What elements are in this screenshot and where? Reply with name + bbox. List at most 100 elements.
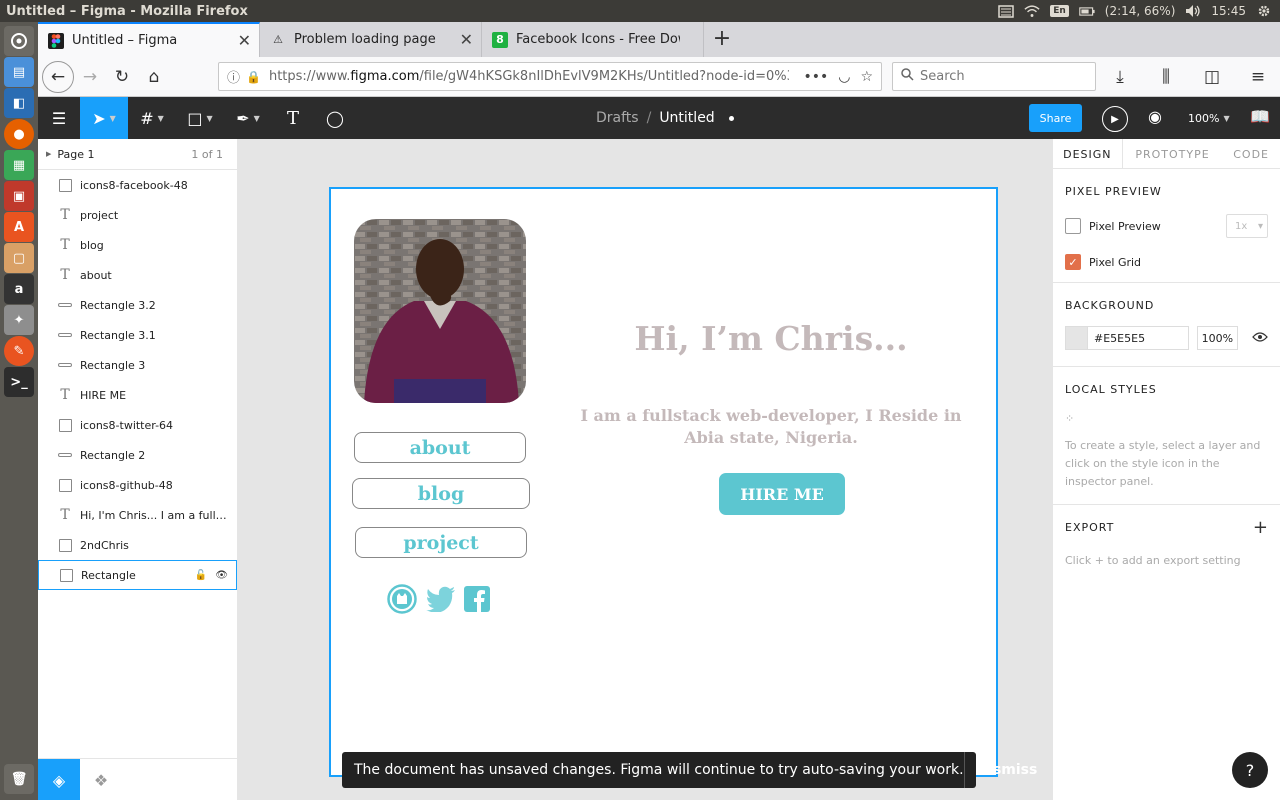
layer-row[interactable]: Tabout	[38, 260, 237, 290]
visibility-eye-icon[interactable]: 👁	[215, 570, 228, 581]
breadcrumb-drafts[interactable]: Drafts	[596, 110, 639, 126]
layer-row[interactable]: Tblog	[38, 230, 237, 260]
visibility-eye-icon[interactable]	[1252, 331, 1268, 345]
launcher-vscode-icon[interactable]: ◧	[4, 88, 34, 118]
volume-icon[interactable]	[1185, 4, 1201, 18]
layer-row[interactable]: Rectangle 3	[38, 350, 237, 380]
layer-row[interactable]: icons8-facebook-48	[38, 170, 237, 200]
pocket-icon[interactable]: ◡	[838, 69, 850, 85]
background-hex[interactable]: #E5E5E5	[1088, 332, 1145, 345]
help-button[interactable]: ?	[1232, 752, 1268, 788]
move-tool-icon[interactable]: ➤ ▼	[80, 97, 128, 139]
tab-code[interactable]: CODE	[1222, 139, 1280, 169]
layer-row[interactable]: Rectangle 🔓 👁	[38, 560, 237, 590]
launcher-amazon-icon[interactable]: a	[4, 274, 34, 304]
launcher-system-settings-icon[interactable]: ✦	[4, 305, 34, 335]
text-tool-icon[interactable]: T	[272, 97, 314, 139]
library-book-icon[interactable]: 📖	[1250, 107, 1270, 126]
launcher-archive-icon[interactable]: ▣	[4, 181, 34, 211]
wifi-icon[interactable]	[1024, 4, 1040, 18]
mail-icon[interactable]	[998, 4, 1014, 18]
dismiss-button[interactable]: Dismiss	[963, 752, 1050, 788]
pixel-preview-checkbox[interactable]	[1065, 218, 1081, 234]
launcher-files-icon[interactable]: ▤	[4, 57, 34, 87]
layer-row[interactable]: Rectangle 3.2	[38, 290, 237, 320]
library-icon[interactable]: ⫼	[1150, 61, 1182, 93]
more-actions-icon[interactable]: •••	[803, 69, 828, 85]
layer-row[interactable]: Rectangle 3.1	[38, 320, 237, 350]
canvas[interactable]: about blog project Hi, I’m Chris... I am…	[238, 139, 1052, 800]
pixel-grid-checkbox[interactable]: ✓	[1065, 254, 1081, 270]
hire-me-button[interactable]: HIRE ME	[719, 473, 845, 515]
hamburger-menu-icon[interactable]: ≡	[1242, 61, 1274, 93]
pen-tool-icon[interactable]: ✒ ▼	[224, 97, 272, 139]
layer-row[interactable]: T HIRE ME	[38, 380, 237, 410]
tab-prototype[interactable]: PROTOTYPE	[1123, 139, 1223, 169]
layer-row[interactable]: icons8-github-48	[38, 470, 237, 500]
launcher-trash-icon[interactable]: 🗑	[4, 764, 34, 794]
frame-tool-icon[interactable]: # ▼	[128, 97, 176, 139]
pixel-preview-scale-select[interactable]: 1x ▾	[1226, 214, 1268, 238]
layer-row[interactable]: 2ndChris	[38, 530, 237, 560]
zoom-dropdown[interactable]: 100% ▼	[1188, 97, 1230, 139]
tab-facebook-icons[interactable]: 8 Facebook Icons - Free Down	[482, 22, 704, 57]
share-button[interactable]: Share	[1029, 104, 1082, 132]
url-bar[interactable]: ⓘ 🔒 https://www.figma.com/file/gW4hKSGk8…	[218, 62, 882, 91]
project-nav-button[interactable]: project	[355, 527, 527, 558]
bookmark-star-icon[interactable]: ☆	[860, 69, 873, 85]
search-input[interactable]: Search	[892, 62, 1096, 91]
back-arrow-icon[interactable]: ←	[42, 60, 74, 93]
about-nav-button[interactable]: about	[354, 432, 526, 463]
tab-design[interactable]: DESIGN	[1053, 139, 1123, 169]
shape-tool-icon[interactable]: □ ▼	[176, 97, 224, 139]
layers-tab-icon[interactable]: ◈	[38, 759, 80, 800]
download-icon[interactable]: ⤓	[1104, 61, 1136, 93]
add-export-plus-icon[interactable]: +	[1253, 517, 1268, 538]
present-play-icon[interactable]: ▶	[1102, 106, 1128, 132]
page-selector[interactable]: ▶ Page 1 1 of 1	[38, 139, 237, 170]
github-icon[interactable]	[387, 584, 417, 614]
info-icon[interactable]: ⓘ	[227, 67, 240, 86]
hero-subtitle[interactable]: I am a fullstack web-developer, I Reside…	[563, 405, 979, 449]
layer-row[interactable]: Tproject	[38, 200, 237, 230]
launcher-tool-icon[interactable]: ✎	[4, 336, 34, 366]
selected-frame-rectangle[interactable]: about blog project Hi, I’m Chris... I am…	[329, 187, 998, 777]
facebook-icon[interactable]	[462, 584, 492, 614]
keyboard-layout-indicator[interactable]: En	[1050, 5, 1069, 17]
blog-nav-button[interactable]: blog	[352, 478, 530, 509]
close-icon[interactable]: ✕	[452, 30, 473, 49]
twitter-icon[interactable]	[426, 584, 456, 614]
clock[interactable]: 15:45	[1211, 4, 1246, 18]
launcher-spreadsheet-icon[interactable]: ▦	[4, 150, 34, 180]
view-eye-icon[interactable]: ◉	[1148, 107, 1162, 126]
launcher-firefox-icon[interactable]: ●	[4, 119, 34, 149]
background-color-field[interactable]: #E5E5E5	[1065, 326, 1189, 350]
layer-row[interactable]: Rectangle 2	[38, 440, 237, 470]
tab-problem-loading[interactable]: ⚠ Problem loading page ✕	[260, 22, 482, 57]
layer-row[interactable]: icons8-twitter-64	[38, 410, 237, 440]
layer-row[interactable]: T Hi, I'm Chris... I am a fullsta...	[38, 500, 237, 530]
background-opacity[interactable]: 100%	[1196, 326, 1238, 350]
comment-tool-icon[interactable]: ◯	[314, 97, 356, 139]
new-tab-plus-icon[interactable]: +	[704, 22, 740, 57]
color-swatch[interactable]	[1066, 327, 1088, 349]
forward-arrow-icon[interactable]: →	[74, 61, 106, 93]
launcher-dash-icon[interactable]	[4, 26, 34, 56]
hero-title[interactable]: Hi, I’m Chris...	[571, 319, 971, 358]
home-icon[interactable]: ⌂	[138, 61, 170, 93]
settings-gear-icon[interactable]	[1256, 4, 1272, 18]
launcher-terminal-icon[interactable]: >_	[4, 367, 34, 397]
battery-icon[interactable]	[1079, 4, 1095, 18]
launcher-software-center-icon[interactable]: A	[4, 212, 34, 242]
components-tab-icon[interactable]: ❖	[80, 759, 122, 800]
launcher-document-icon[interactable]: ▢	[4, 243, 34, 273]
tab-figma[interactable]: Untitled – Figma ✕	[38, 22, 260, 57]
unlock-icon[interactable]: 🔓	[195, 570, 207, 581]
profile-photo[interactable]	[354, 219, 526, 403]
reload-icon[interactable]: ↻	[106, 61, 138, 93]
sidebar-icon[interactable]: ◫	[1196, 61, 1228, 93]
close-icon[interactable]: ✕	[230, 31, 251, 50]
file-name[interactable]: Untitled	[659, 110, 714, 126]
style-grid-icon[interactable]: ⁘	[1065, 412, 1268, 425]
main-menu-icon[interactable]: ☰	[38, 97, 80, 139]
